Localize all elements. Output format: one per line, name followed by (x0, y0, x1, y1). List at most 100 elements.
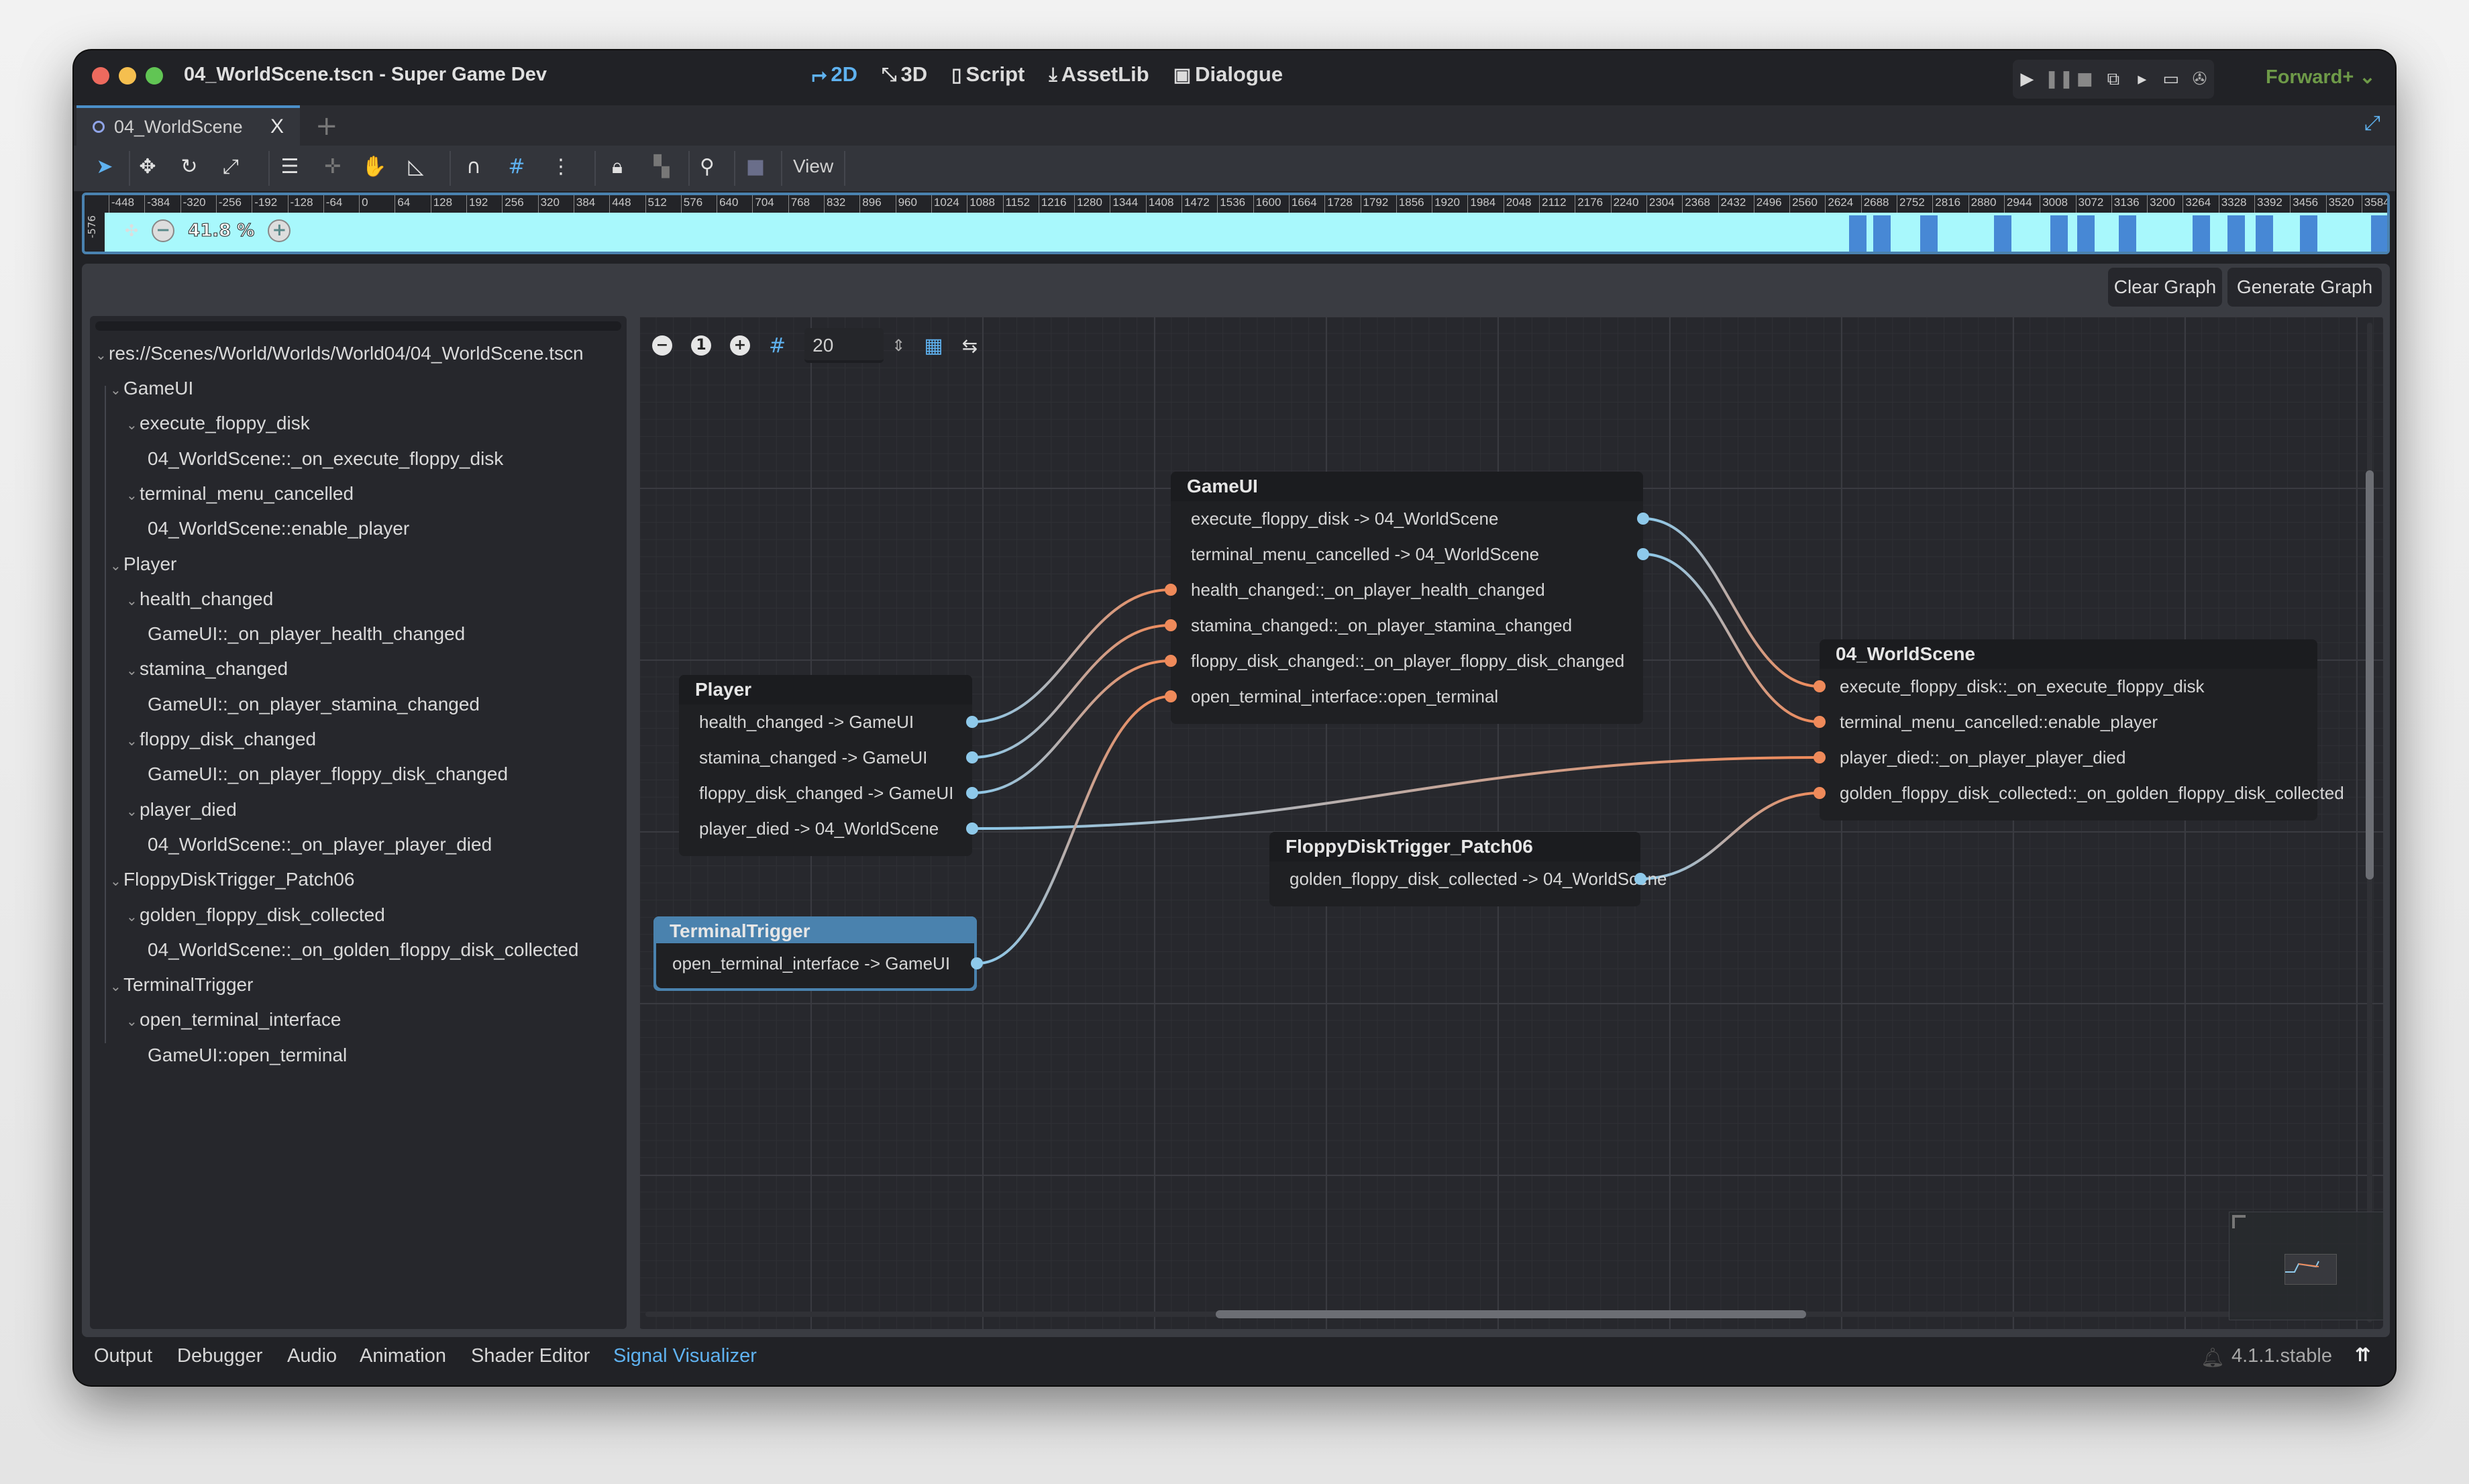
tree-item-method[interactable]: 04_WorldScene::_on_golden_floppy_disk_co… (148, 933, 578, 967)
tree-item-method[interactable]: GameUI::_on_player_stamina_changed (148, 687, 480, 722)
graph-node-floppy[interactable]: FloppyDiskTrigger_Patch06 golden_floppy_d… (1269, 832, 1667, 906)
zoom-reset-icon[interactable]: ✣ (125, 221, 138, 240)
tree-item-method[interactable]: GameUI::open_terminal (148, 1038, 347, 1073)
tree-root[interactable]: ⌄ res://Scenes/World/Worlds/World04/04_Wo… (95, 336, 584, 371)
tree-item-method[interactable]: 04_WorldScene::enable_player (148, 511, 409, 546)
output-port[interactable] (971, 957, 983, 969)
graph-minimap[interactable] (2229, 1212, 2383, 1320)
canvas-viewport[interactable]: -448 -384 -320 -256 -192 -128 -64 0 64 128 192 256 3… (82, 193, 2390, 254)
zoom-out-button[interactable]: − (152, 219, 175, 242)
list-select-icon[interactable]: ☰ (276, 155, 303, 178)
tab-shader-editor[interactable]: Shader Editor (471, 1345, 590, 1367)
chevron-down-icon[interactable]: ⌄ (110, 969, 123, 1004)
graph-node-gameui[interactable]: GameUI execute_floppy_disk -> 04_WorldSce… (1165, 472, 1649, 724)
pause-icon[interactable]: ❚❚ (2044, 69, 2074, 89)
camera-icon[interactable]: ■ (742, 155, 769, 178)
maximize-window-button[interactable] (146, 67, 163, 85)
horizontal-scrollbar[interactable] (1216, 1310, 1806, 1318)
input-port[interactable] (1165, 655, 1177, 667)
grid-snap-icon[interactable]: # (503, 155, 530, 178)
chevron-down-icon[interactable]: ⌄ (126, 1004, 140, 1039)
tree-item-method[interactable]: GameUI::_on_player_health_changed (148, 617, 465, 651)
chevron-down-icon[interactable]: ⌄ (126, 653, 140, 688)
vertical-scrollbar[interactable] (2366, 470, 2374, 880)
tree-item-node[interactable]: ⌄ FloppyDiskTrigger_Patch06 (110, 862, 354, 897)
tab-assetlib[interactable]: ⤓ AssetLib (1049, 62, 1149, 87)
add-scene-tab-button[interactable]: + (315, 111, 338, 142)
tree-item-signal[interactable]: ⌄ health_changed (126, 582, 273, 617)
more-icon[interactable]: ⋮ (547, 155, 574, 178)
lock-icon[interactable]: 🔒︎ (604, 155, 631, 178)
tree-item-node[interactable]: ⌄ GameUI (110, 371, 193, 406)
chevron-down-icon[interactable]: ⌄ (126, 408, 140, 443)
minimap-resize-handle[interactable] (2232, 1215, 2246, 1228)
tree-item-node[interactable]: ⌄ Player (110, 547, 176, 582)
distraction-free-icon[interactable]: ⤢ (2364, 113, 2380, 134)
tab-script[interactable]: ▯ Script (951, 62, 1025, 87)
tree-scrollbar[interactable] (95, 321, 621, 331)
rotate-icon[interactable]: ↻ (176, 155, 203, 178)
view-menu-button[interactable]: View (793, 156, 833, 177)
input-port[interactable] (1814, 716, 1826, 728)
tree-item-signal[interactable]: ⌄ golden_floppy_disk_collected (126, 898, 385, 933)
close-window-button[interactable] (92, 67, 109, 85)
chevron-down-icon[interactable]: ⌄ (110, 549, 123, 584)
graph-edit[interactable]: − 1 + # 20 ⇕ ▦ ⇆ Player health_changed ->… (639, 316, 2383, 1329)
movie-maker-icon[interactable]: ✇ (2188, 69, 2211, 89)
tree-item-signal[interactable]: ⌄ execute_floppy_disk (126, 406, 310, 441)
tab-audio[interactable]: Audio (287, 1345, 337, 1367)
chevron-down-icon[interactable]: ⌄ (126, 794, 140, 829)
minimize-window-button[interactable] (119, 67, 136, 85)
select-icon[interactable]: ➤ (91, 155, 118, 178)
clear-graph-button[interactable]: Clear Graph (2108, 268, 2222, 307)
group-icon[interactable]: ▚ (648, 155, 675, 178)
pivot-icon[interactable]: ✛ (319, 155, 346, 178)
tab-signal-visualizer[interactable]: Signal Visualizer (613, 1345, 757, 1367)
input-port[interactable] (1814, 680, 1826, 692)
remote-debug-icon[interactable]: ⧉ (2102, 69, 2125, 90)
input-port[interactable] (1165, 584, 1177, 596)
close-tab-icon[interactable]: X (270, 115, 284, 138)
input-port[interactable] (1165, 619, 1177, 631)
play-icon[interactable]: ▶ (2015, 69, 2038, 89)
move-icon[interactable]: ✥ (134, 155, 161, 178)
generate-graph-button[interactable]: Generate Graph (2227, 268, 2382, 307)
expand-bottom-panel-icon[interactable]: ⇈ (2355, 1344, 2370, 1366)
tab-output[interactable]: Output (94, 1345, 152, 1367)
tree-item-signal[interactable]: ⌄ terminal_menu_cancelled (126, 476, 354, 511)
tree-item-signal[interactable]: ⌄ open_terminal_interface (126, 1002, 341, 1037)
tab-2d[interactable]: ⮣ 2D (812, 62, 857, 87)
pan-icon[interactable]: ✋ (361, 155, 388, 178)
output-port[interactable] (1637, 513, 1649, 525)
input-port[interactable] (1165, 690, 1177, 702)
ruler-icon[interactable]: ◺ (403, 155, 429, 178)
chevron-down-icon[interactable]: ⌄ (126, 900, 140, 935)
scale-icon[interactable]: ⤢ (217, 155, 244, 178)
tree-item-signal[interactable]: ⌄ stamina_changed (126, 651, 288, 686)
renderer-dropdown[interactable]: Forward+ ⌄ (2266, 65, 2376, 89)
chevron-down-icon[interactable]: ⌄ (126, 724, 140, 759)
chevron-down-icon[interactable]: ⌄ (110, 373, 123, 408)
tree-item-signal[interactable]: ⌄ floppy_disk_changed (126, 722, 316, 757)
tree-item-method[interactable]: 04_WorldScene::_on_execute_floppy_disk (148, 441, 503, 476)
play-custom-scene-icon[interactable]: ▭ (2160, 69, 2183, 89)
output-port[interactable] (966, 716, 978, 728)
bone-icon[interactable]: ⚲ (694, 155, 721, 178)
tab-debugger[interactable]: Debugger (177, 1345, 262, 1367)
chevron-down-icon[interactable]: ⌄ (110, 864, 123, 899)
stop-icon[interactable]: ■ (2073, 69, 2096, 89)
graph-node-worldscene[interactable]: 04_WorldScene execute_floppy_disk::_on_ex… (1814, 639, 2344, 820)
bell-icon[interactable]: 🔔︎ (2201, 1346, 2225, 1369)
smart-snap-icon[interactable]: ∩ (460, 155, 487, 178)
tab-animation[interactable]: Animation (360, 1345, 446, 1367)
output-port[interactable] (966, 823, 978, 835)
zoom-level[interactable]: 41.8 % (188, 221, 255, 242)
scene-tab-worldscene[interactable]: 04_WorldScene X (76, 105, 300, 146)
input-port[interactable] (1814, 751, 1826, 763)
tree-item-method[interactable]: GameUI::_on_player_floppy_disk_changed (148, 757, 508, 792)
tree-item-signal[interactable]: ⌄ player_died (126, 792, 237, 827)
graph-node-terminal[interactable]: TerminalTrigger open_terminal_interface -… (653, 916, 983, 991)
tree-item-node[interactable]: ⌄ TerminalTrigger (110, 967, 253, 1002)
graph-node-player[interactable]: Player health_changed -> GameUI stamina_ch… (679, 675, 978, 856)
tab-dialogue[interactable]: ▣ Dialogue (1173, 62, 1283, 87)
